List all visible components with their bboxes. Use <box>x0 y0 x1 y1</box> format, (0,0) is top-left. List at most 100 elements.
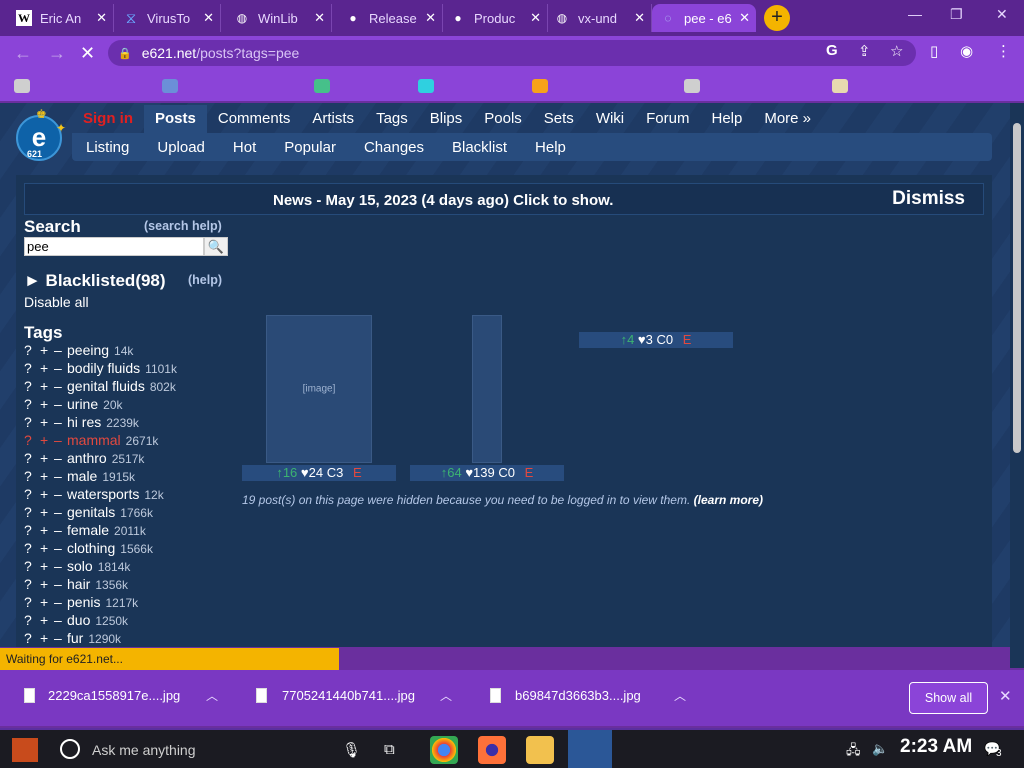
taskbar-search[interactable]: Ask me anything <box>92 742 196 758</box>
tag-exclude-link[interactable]: – <box>54 378 67 394</box>
tag-wiki-link[interactable]: ? <box>24 468 40 484</box>
tag-wiki-link[interactable]: ? <box>24 450 40 466</box>
tag-exclude-link[interactable]: – <box>54 432 67 448</box>
tag-exclude-link[interactable]: – <box>54 594 67 610</box>
tag-wiki-link[interactable]: ? <box>24 378 40 394</box>
tag-exclude-link[interactable]: – <box>54 468 67 484</box>
tag-wiki-link[interactable]: ? <box>24 414 40 430</box>
profile-avatar[interactable]: ◉ <box>960 42 973 60</box>
tag-exclude-link[interactable]: – <box>54 360 67 376</box>
subnav-hot[interactable]: Hot <box>219 139 270 156</box>
chevron-up-icon[interactable]: ︿ <box>674 687 686 704</box>
firefox-icon[interactable] <box>478 736 506 764</box>
blacklist-help-link[interactable]: (help) <box>188 273 222 287</box>
search-icon[interactable]: 🔍 <box>204 237 228 256</box>
tag-wiki-link[interactable]: ? <box>24 396 40 412</box>
tag-add-link[interactable]: + <box>40 468 54 484</box>
search-input[interactable] <box>24 237 204 256</box>
share-icon[interactable]: ⇪ <box>858 42 871 60</box>
tag-add-link[interactable]: + <box>40 630 54 646</box>
google-lens-icon[interactable]: G <box>826 42 838 59</box>
tab-5[interactable]: ● Produc ✕ <box>442 4 548 32</box>
side-panel-icon[interactable]: ▯ <box>930 42 938 60</box>
tag-add-link[interactable]: + <box>40 576 54 592</box>
chrome-icon[interactable] <box>430 736 458 764</box>
tag-wiki-link[interactable]: ? <box>24 432 40 448</box>
start-button[interactable] <box>12 738 38 762</box>
tag-exclude-link[interactable]: – <box>54 486 67 502</box>
tag-add-link[interactable]: + <box>40 432 54 448</box>
tab-2[interactable]: ⧖ VirusTo ✕ <box>115 4 221 32</box>
subnav-upload[interactable]: Upload <box>143 139 219 156</box>
tag-add-link[interactable]: + <box>40 540 54 556</box>
tag-add-link[interactable]: + <box>40 558 54 574</box>
tag-name[interactable]: peeing <box>67 342 109 358</box>
tag-wiki-link[interactable]: ? <box>24 612 40 628</box>
learn-more-link[interactable]: (learn more) <box>694 493 763 507</box>
tag-wiki-link[interactable]: ? <box>24 522 40 538</box>
tag-add-link[interactable]: + <box>40 594 54 610</box>
tab-6[interactable]: ◍ vx-und ✕ <box>546 4 652 32</box>
tag-name[interactable]: urine <box>67 396 98 412</box>
close-icon[interactable]: ✕ <box>203 10 214 26</box>
tag-exclude-link[interactable]: – <box>54 414 67 430</box>
tag-name[interactable]: hair <box>67 576 90 592</box>
visual-studio-icon[interactable] <box>568 730 612 768</box>
tag-wiki-link[interactable]: ? <box>24 342 40 358</box>
bookmark-icon[interactable] <box>532 79 548 93</box>
download-item[interactable]: 7705241440b741....jpg <box>282 688 415 703</box>
chevron-up-icon[interactable]: ︿ <box>206 687 218 704</box>
nav-wiki[interactable]: Wiki <box>585 105 635 133</box>
close-icon[interactable]: ✕ <box>999 687 1012 705</box>
bookmark-star-icon[interactable]: ☆ <box>890 42 903 60</box>
tag-name[interactable]: anthro <box>67 450 107 466</box>
nav-more[interactable]: More » <box>753 105 822 133</box>
subnav-listing[interactable]: Listing <box>72 139 143 156</box>
menu-icon[interactable]: ⋮ <box>996 42 1011 60</box>
close-icon[interactable]: ✕ <box>739 10 750 26</box>
network-icon[interactable]: 🖧 <box>846 741 861 763</box>
tag-add-link[interactable]: + <box>40 612 54 628</box>
tag-wiki-link[interactable]: ? <box>24 558 40 574</box>
nav-tags[interactable]: Tags <box>365 105 419 133</box>
bookmark-icon[interactable] <box>832 79 848 93</box>
forward-icon[interactable]: → <box>48 43 66 64</box>
close-window-icon[interactable]: ✕ <box>996 6 1008 23</box>
news-banner[interactable]: News - May 15, 2023 (4 days ago) Click t… <box>24 183 984 215</box>
tag-name[interactable]: bodily fluids <box>67 360 140 376</box>
bookmark-icon[interactable] <box>162 79 178 93</box>
tag-name[interactable]: penis <box>67 594 100 610</box>
close-icon[interactable]: ✕ <box>96 10 107 26</box>
nav-forum[interactable]: Forum <box>635 105 700 133</box>
close-icon[interactable]: ✕ <box>530 10 541 26</box>
tag-add-link[interactable]: + <box>40 522 54 538</box>
close-icon[interactable]: ✕ <box>634 10 645 26</box>
page-scrollbar[interactable] <box>1010 103 1024 668</box>
bookmark-icon[interactable] <box>14 79 30 93</box>
bookmark-icon[interactable] <box>418 79 434 93</box>
tag-name[interactable]: female <box>67 522 109 538</box>
tag-add-link[interactable]: + <box>40 504 54 520</box>
tag-add-link[interactable]: + <box>40 450 54 466</box>
nav-sets[interactable]: Sets <box>533 105 585 133</box>
tag-add-link[interactable]: + <box>40 342 54 358</box>
restore-icon[interactable]: ❐ <box>950 6 963 23</box>
tag-add-link[interactable]: + <box>40 486 54 502</box>
tag-exclude-link[interactable]: – <box>54 450 67 466</box>
tag-exclude-link[interactable]: – <box>54 540 67 556</box>
close-icon[interactable]: ✕ <box>314 10 325 26</box>
nav-posts[interactable]: Posts <box>144 105 207 133</box>
download-item[interactable]: 2229ca1558917e....jpg <box>48 688 180 703</box>
post-thumbnail-placeholder[interactable] <box>472 315 502 463</box>
tag-exclude-link[interactable]: – <box>54 396 67 412</box>
tag-exclude-link[interactable]: – <box>54 558 67 574</box>
tag-wiki-link[interactable]: ? <box>24 540 40 556</box>
tab-1[interactable]: W Eric An ✕ <box>8 4 114 32</box>
disable-all-link[interactable]: Disable all <box>24 294 89 310</box>
news-text[interactable]: News - May 15, 2023 (4 days ago) Click t… <box>273 192 613 209</box>
back-icon[interactable]: ← <box>14 43 32 64</box>
tag-name[interactable]: duo <box>67 612 90 628</box>
tag-wiki-link[interactable]: ? <box>24 576 40 592</box>
tag-add-link[interactable]: + <box>40 360 54 376</box>
post-thumbnail-placeholder[interactable]: [image] <box>266 315 372 463</box>
